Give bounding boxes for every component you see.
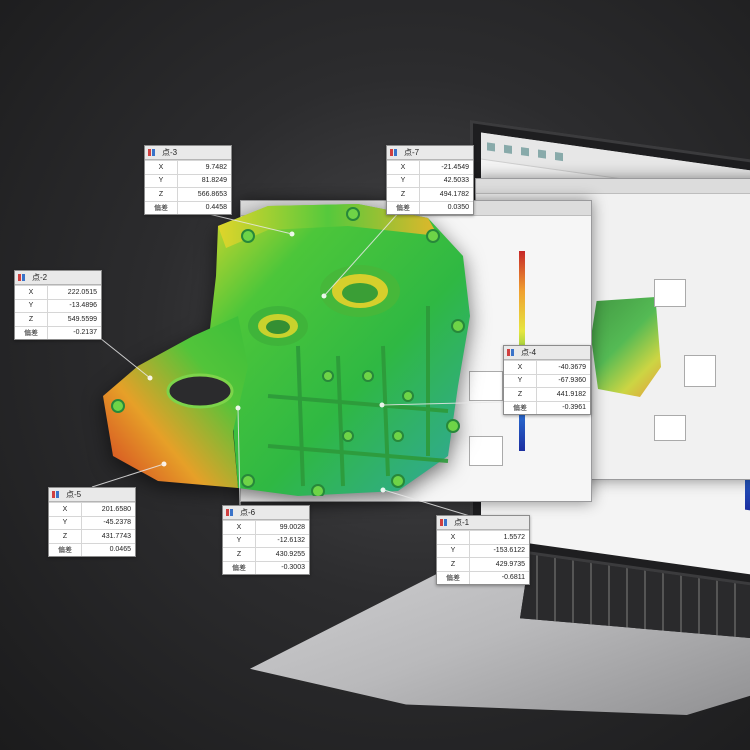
callout-point-1[interactable]: 点-1 X 1.5572 Y -153.6122 Z 429.9735 偏差 -0.68… xyxy=(436,515,530,585)
x-value: -21.4549 xyxy=(419,160,473,174)
y-label: Y xyxy=(223,533,256,548)
point-icon xyxy=(507,348,517,357)
z-value: 494.1782 xyxy=(419,187,473,201)
x-value: -40.3679 xyxy=(536,360,590,374)
y-label: Y xyxy=(15,298,48,313)
point-icon xyxy=(226,508,236,517)
z-value: 441.9182 xyxy=(536,387,590,401)
x-label: X xyxy=(504,360,537,374)
z-label: Z xyxy=(437,557,470,571)
z-value: 549.5599 xyxy=(47,312,101,326)
point-icon xyxy=(440,518,450,527)
x-label: X xyxy=(223,520,256,534)
z-value: 429.9735 xyxy=(469,557,529,571)
point-name: 点-1 xyxy=(454,518,470,527)
deviation-label: 偏差 xyxy=(387,200,420,214)
z-value: 566.8653 xyxy=(177,187,231,201)
z-value: 431.7743 xyxy=(81,529,135,543)
y-label: Y xyxy=(437,543,470,558)
callout-point-3[interactable]: 点-3 X 9.7482 Y 81.8249 Z 566.8653 偏差 0.4458 xyxy=(144,145,232,215)
y-value: -153.6122 xyxy=(469,543,529,558)
point-name: 点-3 xyxy=(162,148,178,157)
deviation-label: 偏差 xyxy=(504,400,537,414)
x-label: X xyxy=(437,530,470,544)
x-label: X xyxy=(145,160,178,174)
callout-point-2[interactable]: 点-2 X 222.0515 Y -13.4896 Z 549.5599 偏差 -0.2… xyxy=(14,270,102,340)
deviation-label: 偏差 xyxy=(223,560,256,574)
deviation-value: -0.3003 xyxy=(255,560,309,574)
point-icon xyxy=(148,148,158,157)
z-label: Z xyxy=(387,187,420,201)
deviation-value: -0.3961 xyxy=(536,400,590,414)
z-label: Z xyxy=(504,387,537,401)
point-icon xyxy=(18,273,28,282)
deviation-label: 偏差 xyxy=(15,325,48,339)
point-name: 点-4 xyxy=(521,348,537,357)
x-value: 9.7482 xyxy=(177,160,231,174)
point-name: 点-2 xyxy=(32,273,48,282)
y-value: -45.2378 xyxy=(81,515,135,530)
x-value: 201.6580 xyxy=(81,502,135,516)
x-value: 222.0515 xyxy=(47,285,101,299)
x-label: X xyxy=(49,502,82,516)
scene: 点-3 X 9.7482 Y 81.8249 Z 566.8653 偏差 0.4458 … xyxy=(0,0,750,750)
z-label: Z xyxy=(145,187,178,201)
x-label: X xyxy=(387,160,420,174)
z-label: Z xyxy=(49,529,82,543)
z-label: Z xyxy=(15,312,48,326)
deviation-value: 0.0465 xyxy=(81,542,135,556)
y-label: Y xyxy=(49,515,82,530)
point-name: 点-6 xyxy=(240,508,256,517)
y-label: Y xyxy=(504,373,537,388)
deviation-label: 偏差 xyxy=(145,200,178,214)
y-value: -12.6132 xyxy=(255,533,309,548)
callout-point-6[interactable]: 点-6 X 99.0028 Y -12.6132 Z 430.9255 偏差 -0.30… xyxy=(222,505,310,575)
x-value: 99.0028 xyxy=(255,520,309,534)
deviation-label: 偏差 xyxy=(49,542,82,556)
point-icon xyxy=(390,148,400,157)
point-name: 点-5 xyxy=(66,490,82,499)
point-name: 点-7 xyxy=(404,148,420,157)
deviation-label: 偏差 xyxy=(437,570,470,584)
y-value: 42.5033 xyxy=(419,173,473,188)
deviation-value: -0.2137 xyxy=(47,325,101,339)
deviation-value: -0.6811 xyxy=(469,570,529,584)
x-value: 1.5572 xyxy=(469,530,529,544)
y-label: Y xyxy=(145,173,178,188)
y-value: -13.4896 xyxy=(47,298,101,313)
z-value: 430.9255 xyxy=(255,547,309,561)
leader-lines xyxy=(91,208,504,517)
deviation-value: 0.4458 xyxy=(177,200,231,214)
callout-point-7[interactable]: 点-7 X -21.4549 Y 42.5033 Z 494.1782 偏差 0.035… xyxy=(386,145,474,215)
y-label: Y xyxy=(387,173,420,188)
x-label: X xyxy=(15,285,48,299)
y-value: 81.8249 xyxy=(177,173,231,188)
callout-point-4[interactable]: 点-4 X -40.3679 Y -67.9360 Z 441.9182 偏差 -0.3… xyxy=(503,345,591,415)
point-icon xyxy=(52,490,62,499)
deviation-value: 0.0350 xyxy=(419,200,473,214)
z-label: Z xyxy=(223,547,256,561)
callout-point-5[interactable]: 点-5 X 201.6580 Y -45.2378 Z 431.7743 偏差 0.04… xyxy=(48,487,136,557)
y-value: -67.9360 xyxy=(536,373,590,388)
